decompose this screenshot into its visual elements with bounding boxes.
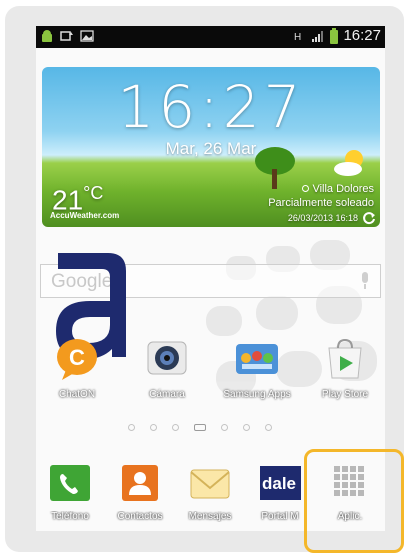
app-play-store[interactable]: Play Store [306,336,384,400]
dale-brand-text: dale [262,474,296,493]
sync-icon [60,31,73,41]
hplus-icon: H [294,32,301,43]
dock-messages[interactable]: Mensajes [174,464,246,522]
app-label: Samsung Apps [223,389,291,400]
tree-icon [255,147,295,189]
app-label: ChatON [58,389,96,400]
widget-time: 16:27 [117,73,305,141]
messages-icon [190,469,230,499]
phone-icon [50,465,90,501]
page-dot[interactable] [243,424,250,431]
refresh-icon[interactable] [362,211,376,225]
location-text: Villa Dolores [312,183,374,195]
page-dot[interactable] [150,424,157,431]
dale-icon: dale [260,466,306,500]
dock-label: Teléfono [51,511,89,522]
apps-highlight-box [304,449,404,553]
weather-condition: Parcialmente soleado [268,197,374,209]
dock-label: Mensajes [188,511,232,522]
microphone-icon[interactable] [360,272,370,290]
temperature-unit: °C [83,183,104,203]
page-dot[interactable] [265,424,272,431]
weather-updated: 26/03/2013 16:18 [287,213,358,223]
dock-phone[interactable]: Teléfono [36,464,106,522]
play-store-icon [328,338,362,379]
status-bar: H 16:27 [36,26,385,48]
page-dot[interactable] [172,424,179,431]
app-label: Cámara [149,389,185,400]
chaton-icon: C [57,339,97,380]
weather-location: Villa Dolores [302,183,374,195]
page-dot[interactable] [128,424,135,431]
weather-clock-widget[interactable]: 16:27 Mar, 26 Mar 21°C AccuWeather.com V… [42,67,380,227]
app-camera[interactable]: Cámara [128,336,206,400]
signal-icon [312,30,324,42]
battery-icon [330,27,339,44]
page-indicator[interactable] [128,424,272,431]
status-clock: 16:27 [343,27,381,44]
camera-icon [147,341,187,375]
svg-text:H: H [294,32,301,43]
app-label: Play Store [321,389,369,400]
svg-text:C: C [69,345,85,370]
weather-provider[interactable]: AccuWeather.com [50,211,119,220]
page-dot[interactable] [221,424,228,431]
app-samsung-apps[interactable]: Samsung Apps [218,336,296,400]
samsung-apps-icon [236,344,278,374]
contacts-icon [122,465,158,501]
partly-sunny-icon [334,150,363,176]
gallery-icon [80,30,94,42]
android-icon [42,30,52,42]
page-dot-current[interactable] [194,424,206,431]
dock-contacts[interactable]: Contactos [104,464,176,522]
widget-date: Mar, 26 Mar [165,139,257,158]
app-chaton[interactable]: C ChatON [38,336,116,400]
location-icon [302,185,310,192]
dock-label: Contactos [117,511,163,522]
